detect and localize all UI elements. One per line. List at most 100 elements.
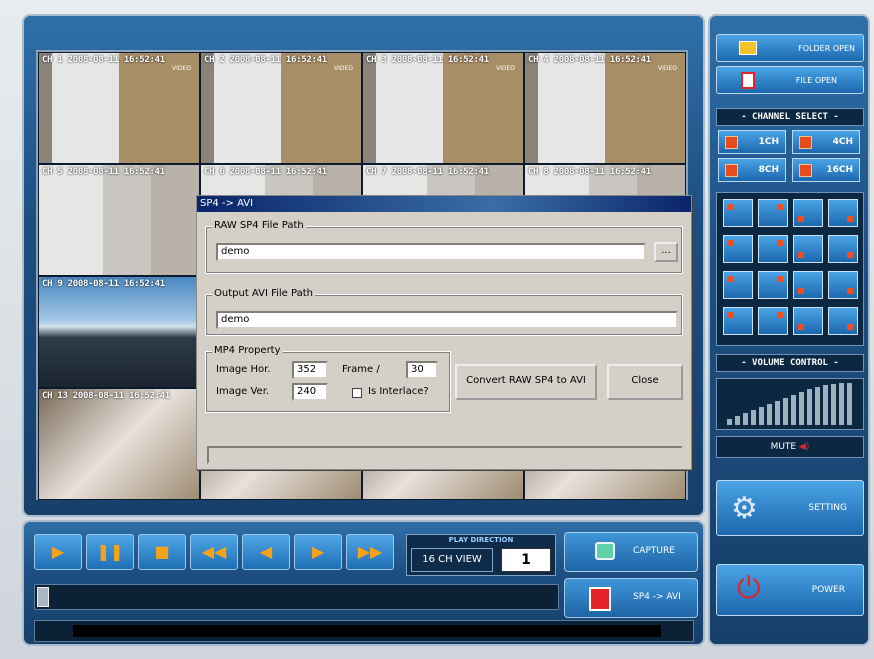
channel-cell[interactable] [828, 307, 858, 335]
image-hor-label: Image Hor. [216, 364, 271, 375]
right-panel: FOLDER OPEN FILE OPEN - CHANNEL SELECT -… [708, 14, 870, 646]
close-button[interactable]: Close [607, 364, 683, 400]
camera-sublabel: VIDEO [657, 65, 677, 72]
setting-button[interactable]: ⚙ SETTING [716, 480, 864, 536]
file-open-button[interactable]: FILE OPEN [716, 66, 864, 94]
channel-mark [798, 252, 804, 258]
step-back-icon: ◀ [259, 542, 273, 561]
camera-view-ch5[interactable]: CH 5 2008-08-11 16:52:41 [38, 164, 200, 276]
step-forward-button[interactable]: ▶ [294, 534, 342, 570]
seek-slider[interactable] [34, 584, 559, 610]
step-forward-icon: ▶ [311, 542, 325, 561]
channel-cell[interactable] [723, 271, 753, 299]
fast-forward-button[interactable]: ▶▶ [346, 534, 394, 570]
interlace-label: Is Interlace? [368, 386, 429, 397]
interlace-checkbox[interactable] [352, 388, 362, 398]
mute-button[interactable]: MUTE ◀) [716, 436, 864, 458]
view-mode-label: 16 CH VIEW [411, 548, 493, 572]
image-ver-label: Image Ver. [216, 386, 270, 397]
channel-cell[interactable] [723, 307, 753, 335]
speaker-icon: ◀) [798, 442, 810, 452]
ch4-button[interactable]: 4CH [792, 130, 860, 154]
channel-cell[interactable] [723, 199, 753, 227]
file-open-label: FILE OPEN [795, 76, 837, 85]
channel-select-header: - CHANNEL SELECT - [716, 108, 864, 126]
image-ver-input[interactable]: 240 [292, 383, 328, 401]
ch4-label: 4CH [832, 137, 853, 147]
ch1-button[interactable]: 1CH [718, 130, 786, 154]
camera-view-ch2[interactable]: CH 2 2008-08-11 16:52:41 VIDEO [200, 52, 362, 164]
pause-icon: ❚❚ [96, 542, 124, 561]
channel-cell[interactable] [828, 199, 858, 227]
gears-icon: ⚙ [731, 491, 758, 526]
play-direction: PLAY DIRECTION 16 CH VIEW 1 [406, 534, 556, 576]
sp4-to-avi-label: SP4 -> AVI [633, 592, 681, 602]
channel-cell[interactable] [828, 271, 858, 299]
channel-mark [847, 252, 853, 258]
channel-cell[interactable] [793, 307, 823, 335]
channel-mark [847, 216, 853, 222]
ch8-icon [725, 164, 738, 177]
channel-mark [847, 324, 853, 330]
camera-view-ch13[interactable]: CH 13 2008-08-11 16:52:41 [38, 388, 200, 500]
channel-mark [777, 312, 783, 318]
channel-mark [777, 204, 783, 210]
pause-button[interactable]: ❚❚ [86, 534, 134, 570]
camera-view-ch9[interactable]: CH 9 2008-08-11 16:52:41 [38, 276, 200, 388]
camera-label: CH 4 2008-08-11 16:52:41 [528, 55, 651, 65]
ch16-label: 16CH [826, 165, 853, 175]
view-number[interactable]: 1 [501, 548, 551, 572]
raw-sp4-path-input[interactable]: demo [216, 243, 646, 261]
ch16-icon [799, 164, 812, 177]
slider-knob[interactable] [37, 587, 49, 607]
folder-open-button[interactable]: FOLDER OPEN [716, 34, 864, 62]
camera-label: CH 9 2008-08-11 16:52:41 [42, 279, 165, 289]
power-button[interactable]: ⏻ POWER [716, 564, 864, 616]
channel-cell[interactable] [793, 271, 823, 299]
camera-view-ch4[interactable]: CH 4 2008-08-11 16:52:41 VIDEO [524, 52, 686, 164]
ch8-button[interactable]: 8CH [718, 158, 786, 182]
playback-controls: ▶ ❚❚ ■ ◀◀ ◀ ▶ ▶▶ PLAY DIRECTION 16 CH VI… [22, 520, 705, 646]
fast-rewind-button[interactable]: ◀◀ [190, 534, 238, 570]
channel-mark [777, 240, 783, 246]
channel-cell[interactable] [723, 235, 753, 263]
camera-icon [595, 542, 615, 560]
camera-view-ch3[interactable]: CH 3 2008-08-11 16:52:41 VIDEO [362, 52, 524, 164]
ch16-button[interactable]: 16CH [792, 158, 860, 182]
sp4-to-avi-button[interactable]: SP4 -> AVI [564, 578, 698, 618]
camera-label: CH 13 2008-08-11 16:52:41 [42, 391, 170, 401]
ch8-label: 8CH [758, 165, 779, 175]
sp4-to-avi-dialog: SP4 -> AVI RAW SP4 File Path demo ... Ou… [196, 195, 692, 470]
frame-label: Frame / [342, 364, 380, 375]
channel-cell[interactable] [793, 199, 823, 227]
volume-slider[interactable] [716, 378, 864, 430]
channel-cell[interactable] [758, 235, 788, 263]
channel-cell[interactable] [758, 307, 788, 335]
channel-cell[interactable] [828, 235, 858, 263]
channel-mark [728, 312, 734, 318]
capture-button[interactable]: CAPTURE [564, 532, 698, 572]
convert-button[interactable]: Convert RAW SP4 to AVI [455, 364, 597, 400]
channel-mark [798, 216, 804, 222]
power-label: POWER [811, 585, 845, 595]
camera-view-ch1[interactable]: CH 1 2008-08-11 16:52:41 VIDEO [38, 52, 200, 164]
channel-cell[interactable] [793, 235, 823, 263]
output-avi-path-input[interactable]: demo [216, 311, 678, 329]
channel-cell[interactable] [758, 271, 788, 299]
stop-button[interactable]: ■ [138, 534, 186, 570]
channel-mark [728, 240, 734, 246]
frame-input[interactable]: 30 [406, 361, 438, 379]
progress-track [73, 625, 661, 637]
image-hor-input[interactable]: 352 [292, 361, 328, 379]
channel-cell[interactable] [758, 199, 788, 227]
camera-label: CH 1 2008-08-11 16:52:41 [42, 55, 165, 65]
camera-label: CH 8 2008-08-11 16:52:41 [528, 167, 651, 177]
channel-mark [847, 288, 853, 294]
dialog-title: SP4 -> AVI [197, 196, 691, 212]
camera-label: CH 3 2008-08-11 16:52:41 [366, 55, 489, 65]
browse-button[interactable]: ... [654, 242, 678, 262]
play-button[interactable]: ▶ [34, 534, 82, 570]
dvr-player-window: CH 1 2008-08-11 16:52:41 VIDEO CH 2 2008-… [0, 0, 874, 659]
step-back-button[interactable]: ◀ [242, 534, 290, 570]
conversion-progress-bar [207, 446, 683, 464]
